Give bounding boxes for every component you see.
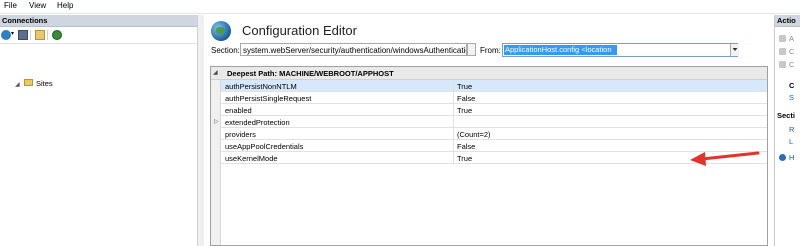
- configuration-editor: Configuration Editor Section: system.web…: [204, 15, 774, 246]
- column-divider: [453, 128, 454, 140]
- deepest-path-label: Deepest Path: MACHINE/WEBROOT/APPHOST: [227, 69, 394, 78]
- column-divider: [453, 92, 454, 104]
- property-value[interactable]: (Count=2): [457, 130, 491, 139]
- property-name: authPersistSingleRequest: [225, 93, 312, 103]
- from-selected-value: ApplicationHost.config <location: [504, 45, 617, 55]
- action-item[interactable]: A: [789, 34, 794, 43]
- property-row[interactable]: authPersistSingleRequest False: [221, 92, 767, 104]
- property-row[interactable]: useAppPoolCredentials False: [221, 140, 767, 152]
- section-group-label: Secti: [777, 111, 795, 120]
- section-value: system.webServer/security/authentication…: [243, 45, 467, 55]
- red-arrow-annotation-icon: [690, 151, 760, 166]
- property-grid-gutter: [211, 67, 221, 245]
- folder-icon[interactable]: [35, 30, 45, 40]
- action-link[interactable]: R: [789, 125, 794, 134]
- column-divider: [453, 80, 454, 92]
- menu-view[interactable]: View: [29, 1, 46, 10]
- action-group-label: C: [789, 81, 795, 90]
- tree-expand-icon[interactable]: ◢: [15, 81, 20, 88]
- column-divider: [453, 152, 454, 164]
- apply-icon: [779, 35, 786, 42]
- page-title: Configuration Editor: [242, 23, 357, 38]
- chevron-down-icon[interactable]: ▾: [11, 30, 16, 40]
- property-name: useAppPoolCredentials: [225, 141, 304, 151]
- connections-title: Connections: [2, 16, 48, 25]
- property-grid: ◢ Deepest Path: MACHINE/WEBROOT/APPHOST …: [210, 66, 768, 246]
- section-browse-button[interactable]: [467, 43, 476, 56]
- property-row[interactable]: enabled True: [221, 104, 767, 116]
- property-name: authPersistNonNTLM: [225, 81, 297, 91]
- property-group-header[interactable]: ◢ Deepest Path: MACHINE/WEBROOT/APPHOST: [211, 67, 767, 80]
- generate-script-icon: [779, 61, 786, 68]
- menu-bar: File View Help: [0, 0, 800, 14]
- sites-folder-icon: [24, 79, 33, 86]
- tree-item-sites[interactable]: Sites: [36, 79, 53, 88]
- connections-pane: Connections ▾ ◢ Sites: [0, 15, 198, 246]
- property-row[interactable]: authPersistNonNTLM True: [221, 80, 767, 92]
- from-dropdown[interactable]: ApplicationHost.config <location: [502, 43, 738, 57]
- connections-header: Connections: [0, 15, 197, 27]
- toolbar-separator-2: [47, 30, 48, 40]
- save-icon[interactable]: [18, 30, 28, 40]
- action-link[interactable]: H: [789, 153, 794, 162]
- column-divider: [453, 104, 454, 116]
- action-item[interactable]: C: [789, 47, 794, 56]
- action-item[interactable]: C: [789, 60, 794, 69]
- property-name: extendedProtection: [225, 117, 290, 127]
- help-icon: [779, 154, 786, 161]
- action-link[interactable]: L: [789, 137, 793, 146]
- iis-globe-icon: [211, 21, 231, 41]
- column-divider: [453, 116, 454, 128]
- globe-icon[interactable]: [1, 30, 11, 40]
- chevron-down-icon: [732, 48, 738, 51]
- actions-header: Actio: [775, 15, 800, 27]
- property-value[interactable]: True: [457, 82, 472, 91]
- cancel-icon: [779, 48, 786, 55]
- property-row[interactable]: useKernelMode True: [221, 152, 767, 164]
- property-value[interactable]: False: [457, 142, 475, 151]
- property-value[interactable]: False: [457, 94, 475, 103]
- expand-icon[interactable]: ▷: [214, 118, 219, 125]
- from-label: From:: [480, 46, 501, 55]
- actions-pane: Actio A C C C S Secti R L H: [774, 15, 800, 246]
- section-input[interactable]: system.webServer/security/authentication…: [240, 43, 467, 56]
- column-divider: [453, 140, 454, 152]
- connections-toolbar: ▾: [0, 27, 197, 44]
- collapse-icon[interactable]: ◢: [213, 69, 218, 76]
- property-value[interactable]: True: [457, 106, 472, 115]
- property-row[interactable]: providers (Count=2): [221, 128, 767, 140]
- connect-icon[interactable]: [52, 30, 62, 40]
- property-name: providers: [225, 129, 256, 139]
- property-name: enabled: [225, 105, 252, 115]
- property-name: useKernelMode: [225, 153, 278, 163]
- section-label: Section:: [211, 46, 240, 55]
- menu-file[interactable]: File: [4, 1, 17, 10]
- menu-help[interactable]: Help: [57, 1, 73, 10]
- property-value[interactable]: True: [457, 154, 472, 163]
- from-dropdown-button[interactable]: [730, 44, 739, 56]
- property-row[interactable]: extendedProtection: [221, 116, 767, 128]
- action-link[interactable]: S: [789, 93, 794, 102]
- actions-title: Actio: [777, 16, 796, 25]
- toolbar-separator: [30, 30, 31, 40]
